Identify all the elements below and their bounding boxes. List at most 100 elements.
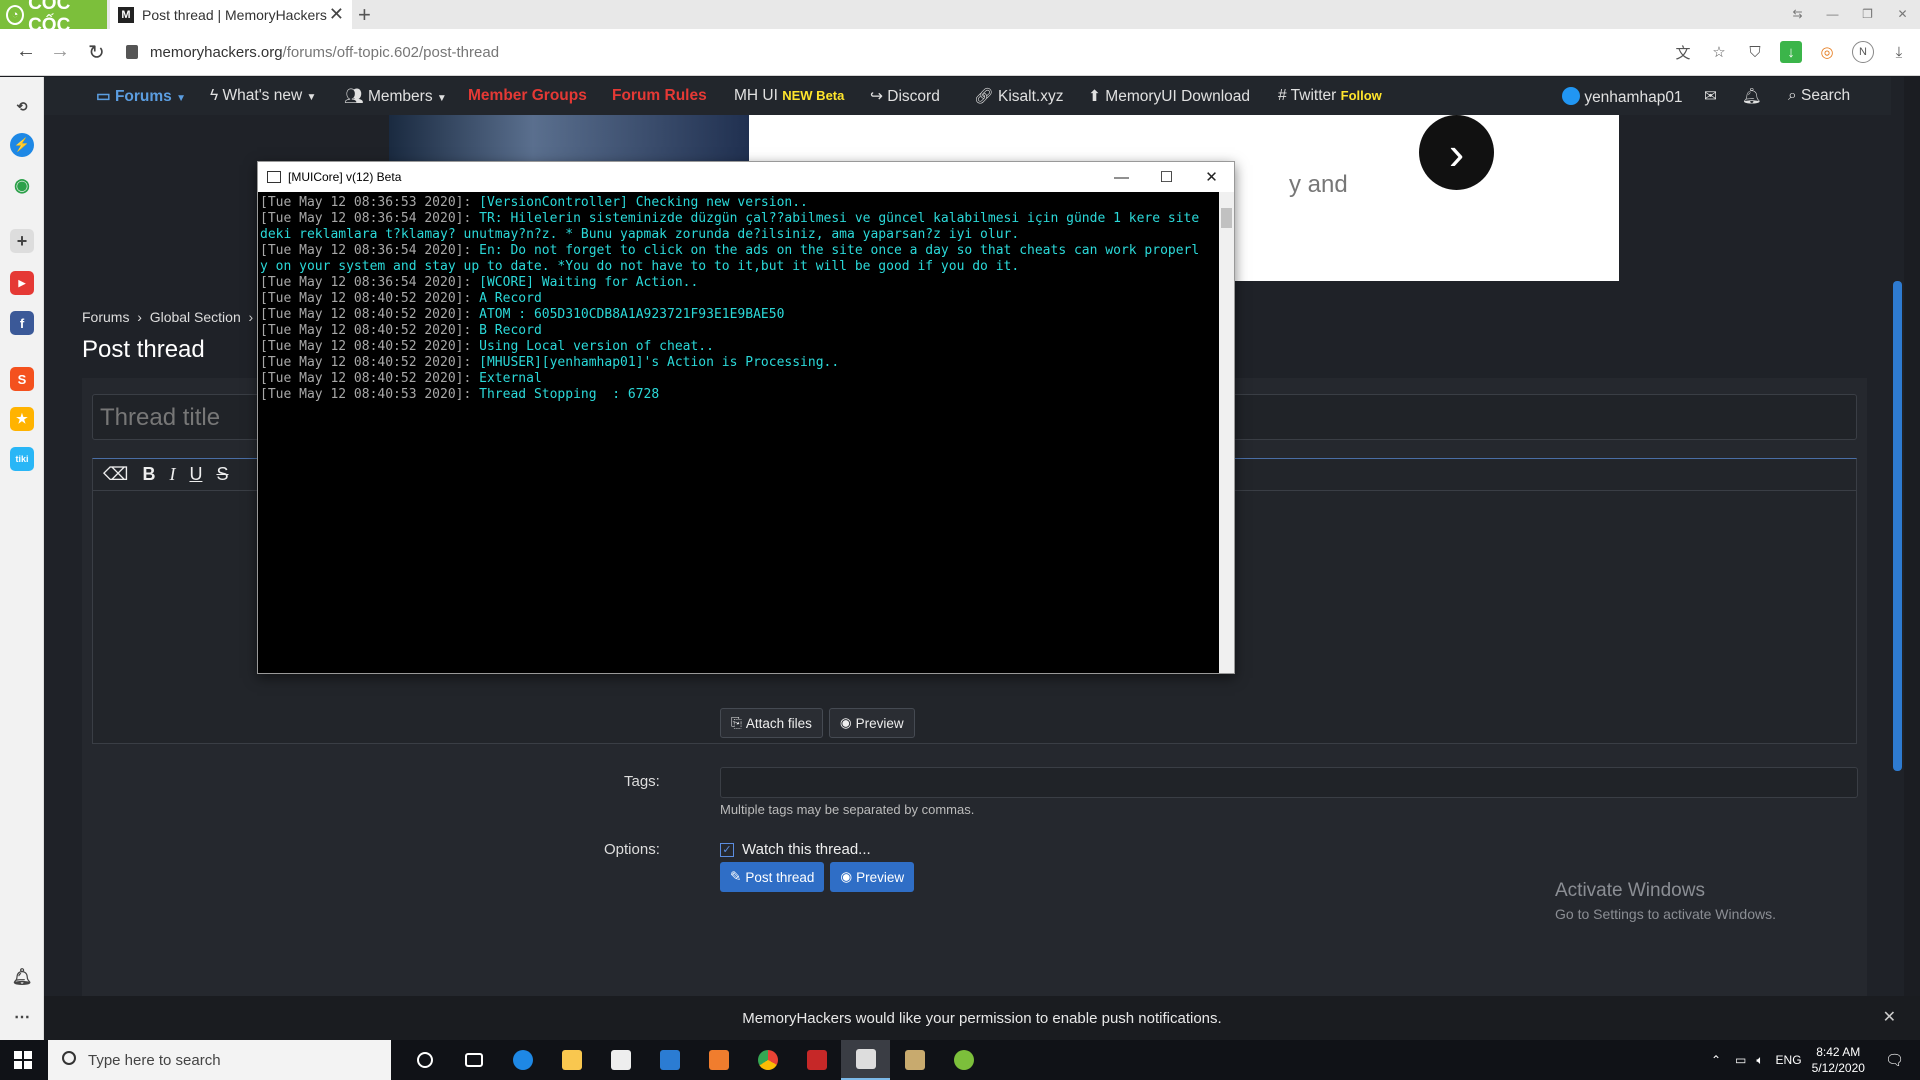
breadcrumb-global-section[interactable]: Global Section (150, 309, 241, 325)
user-menu[interactable]: yenhamhap01 (1562, 87, 1683, 107)
maximize-icon[interactable]: ☐ (1144, 162, 1189, 192)
nav-forum-rules[interactable]: Forum Rules (612, 87, 707, 105)
console-scroll-thumb[interactable] (1221, 208, 1232, 228)
back-icon[interactable]: ← (16, 40, 36, 63)
page-scrollbar[interactable] (1891, 77, 1904, 996)
minimize-icon[interactable]: — (1099, 162, 1144, 192)
console-scrollbar[interactable] (1219, 192, 1234, 673)
taskbar-search[interactable]: Type here to search (48, 1040, 391, 1080)
tags-label: Tags: (624, 773, 660, 790)
close-window-icon[interactable]: ✕ (1885, 0, 1920, 29)
translate-icon[interactable]: 文 (1672, 41, 1694, 63)
more-icon[interactable]: ⋯ (10, 1005, 34, 1029)
file-explorer-icon[interactable] (547, 1040, 596, 1080)
nav-twitter[interactable]: # Twitter Follow (1278, 87, 1382, 105)
toolbar-actions: 文 ☆ ⛉ ↓ ◎ N ⤓ (1672, 41, 1910, 63)
breadcrumb-forums[interactable]: Forums (82, 309, 129, 325)
notification-bell-icon[interactable]: 🔔︎ (10, 965, 34, 989)
nav-forums[interactable]: ▭ Forums ▼ (96, 87, 186, 106)
chrome-icon[interactable] (743, 1040, 792, 1080)
shopee-icon[interactable]: S (10, 367, 34, 391)
youtube-icon[interactable]: ▶ (10, 271, 34, 295)
scrollbar-thumb[interactable] (1893, 281, 1902, 771)
nav-mh-ui[interactable]: MH UI NEW Beta (734, 87, 844, 105)
tiki-icon[interactable]: tiki (10, 447, 34, 471)
extension-icon[interactable]: ◎ (1816, 41, 1838, 63)
restore-icon[interactable]: ❐ (1850, 0, 1885, 29)
facebook-icon[interactable]: f (10, 311, 34, 335)
nav-discord[interactable]: ↪ Discord (870, 87, 940, 106)
action-center-icon[interactable]: 🗨︎ (1885, 1051, 1904, 1069)
taskbar-search-placeholder: Type here to search (88, 1051, 221, 1069)
bold-icon[interactable]: B (142, 464, 155, 485)
console-titlebar[interactable]: [MUICore] v(12) Beta — ☐ ✕ (258, 162, 1234, 192)
watch-thread-checkbox[interactable]: ✓ Watch this thread... (720, 841, 871, 858)
profile-avatar[interactable]: N (1852, 41, 1874, 63)
taskbar-clock[interactable]: 8:42 AM 5/12/2020 (1812, 1044, 1865, 1076)
cortana-icon[interactable] (400, 1040, 449, 1080)
reload-icon[interactable]: ↻ (88, 40, 105, 65)
windows-start-icon[interactable] (14, 1051, 32, 1069)
network-icon[interactable]: ▭ (1735, 1053, 1746, 1067)
console-window[interactable]: [MUICore] v(12) Beta — ☐ ✕ [Tue May 12 0… (257, 161, 1235, 674)
bookmark-star-icon[interactable]: ☆ (1708, 41, 1730, 63)
console-taskbar-icon[interactable] (841, 1040, 890, 1080)
italic-icon[interactable]: I (169, 464, 175, 485)
nav-member-groups[interactable]: Member Groups (468, 87, 587, 105)
close-icon[interactable]: ✕ (1189, 162, 1234, 192)
close-icon[interactable]: ✕ (1883, 1007, 1896, 1027)
history-icon[interactable]: ⟲ (10, 95, 34, 119)
preview-toggle-button[interactable]: ◉ Preview (828, 708, 915, 738)
inbox-icon[interactable]: ✉ (1704, 87, 1717, 106)
forward-icon[interactable]: → (50, 40, 70, 63)
shield-icon[interactable]: ⛉ (1744, 41, 1766, 63)
console-timestamp: [Tue May 12 08:36:54 2020]: (260, 243, 472, 258)
nav-members[interactable]: 👥︎ Members ▼ (344, 87, 447, 106)
console-timestamp: [Tue May 12 08:36:54 2020]: (260, 211, 472, 226)
console-title: [MUICore] v(12) Beta (288, 170, 402, 184)
strikethrough-icon[interactable]: S (216, 464, 228, 485)
eraser-icon[interactable]: ⌫ (103, 464, 128, 485)
console-message: Using Local version of cheat.. (471, 339, 714, 354)
address-bar[interactable]: memoryhackers.org/forums/off-topic.602/p… (126, 37, 1626, 67)
nav-kisalt[interactable]: 🔗︎ Kisalt.xyz (974, 87, 1063, 106)
clock-time: 8:42 AM (1816, 1045, 1861, 1059)
league-icon[interactable] (890, 1040, 939, 1080)
tray-chevron-icon[interactable]: ⌃ (1711, 1053, 1721, 1067)
mail-icon[interactable] (645, 1040, 694, 1080)
attach-files-button[interactable]: ⎘ Attach files (720, 708, 823, 738)
edge-icon[interactable] (498, 1040, 547, 1080)
console-output: [Tue May 12 08:36:53 2020]: [VersionCont… (259, 195, 1219, 673)
chevron-right-icon[interactable]: › (1419, 115, 1494, 190)
close-tab-icon[interactable]: ✕ (329, 4, 344, 25)
console-timestamp: [Tue May 12 08:40:52 2020]: (260, 371, 472, 386)
browser-tab[interactable]: M Post thread | MemoryHackers ✕ (110, 0, 352, 29)
nav-memoryui-download[interactable]: ⬆ MemoryUI Download (1088, 87, 1250, 106)
game-launcher-icon[interactable] (792, 1040, 841, 1080)
coccoc-logo[interactable]: ◔ CỐC CỐC (0, 0, 107, 36)
nav-search[interactable]: ⌕ Search (1788, 87, 1850, 105)
alerts-bell-icon[interactable]: 🔔︎ (1742, 87, 1762, 106)
post-thread-button[interactable]: ✎ Post thread (720, 862, 825, 892)
minimize-icon[interactable]: — (1815, 0, 1850, 29)
nav-whats-new[interactable]: ϟ What's new ▼ (210, 87, 316, 105)
task-view-icon[interactable] (449, 1040, 498, 1080)
browser-sidebar: ⟲ ⚡ ◉ + ▶ f S ★ tiki 🔔︎ ⋯ (0, 77, 44, 1040)
store-icon[interactable] (596, 1040, 645, 1080)
download-extension-icon[interactable]: ↓ (1780, 41, 1802, 63)
underline-icon[interactable]: U (189, 464, 202, 485)
game-icon[interactable]: ★ (10, 407, 34, 431)
coccoc-taskbar-icon[interactable] (939, 1040, 988, 1080)
gamepad-icon[interactable]: ◉ (10, 173, 34, 197)
preview-button[interactable]: ◉ Preview (830, 862, 915, 892)
media-player-icon[interactable] (694, 1040, 743, 1080)
tags-input[interactable] (720, 767, 1858, 798)
push-message: MemoryHackers would like your permission… (742, 1009, 1222, 1027)
downloads-icon[interactable]: ⤓ (1888, 41, 1910, 63)
language-indicator[interactable]: ENG (1776, 1053, 1802, 1067)
volume-icon[interactable]: 🔈︎ (1756, 1053, 1763, 1068)
tab-search-icon[interactable]: ⇆ (1780, 0, 1815, 29)
add-icon[interactable]: + (10, 229, 34, 253)
messenger-icon[interactable]: ⚡ (10, 133, 34, 157)
new-tab-icon[interactable]: + (358, 2, 371, 28)
